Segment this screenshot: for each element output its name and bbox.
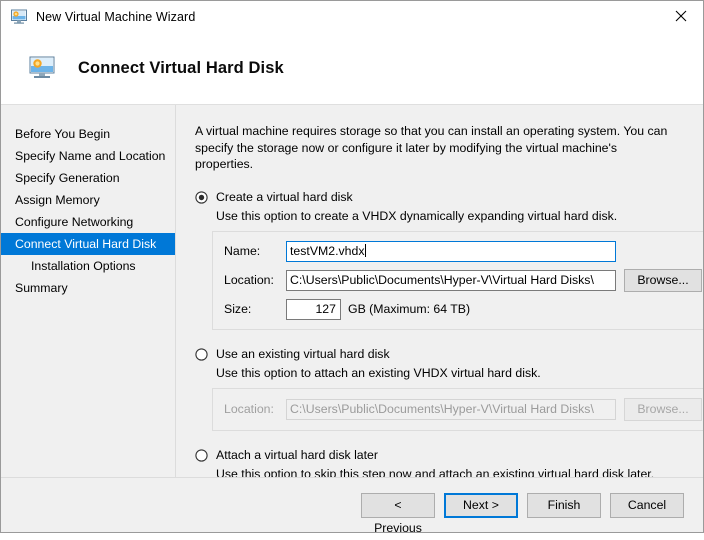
option-use-existing-virtual-hard-disk[interactable]: Use an existing virtual hard disk	[195, 346, 703, 362]
window-title: New Virtual Machine Wizard	[36, 9, 196, 24]
next-button[interactable]: Next >	[444, 492, 518, 518]
name-input-value: testVM2.vhdx	[290, 243, 365, 258]
browse-button[interactable]: Browse...	[624, 268, 702, 292]
location-input[interactable]: C:\Users\Public\Documents\Hyper-V\Virtua…	[286, 269, 616, 291]
name-label: Name:	[224, 244, 261, 258]
size-field-row: Size: 127 GB (Maximum: 64 TB)	[224, 298, 702, 320]
sidebar-item-before-you-begin[interactable]: Before You Begin	[1, 123, 175, 145]
cancel-button[interactable]: Cancel	[610, 492, 684, 518]
wizard-body: Before You Begin Specify Name and Locati…	[1, 105, 703, 477]
close-icon[interactable]	[658, 1, 703, 31]
sidebar-item-specify-name-and-location[interactable]: Specify Name and Location	[1, 145, 175, 167]
virtual-machine-icon	[10, 8, 28, 26]
size-label: Size:	[224, 302, 252, 316]
wizard-content: A virtual machine requires storage so th…	[176, 105, 703, 477]
size-input[interactable]: 127	[286, 298, 341, 320]
finish-button[interactable]: Finish	[527, 492, 601, 518]
existing-disk-form: Location: C:\Users\Public\Documents\Hype…	[212, 387, 703, 431]
title-bar: New Virtual Machine Wizard	[1, 1, 703, 32]
option-label-create: Create a virtual hard disk	[216, 189, 353, 204]
sidebar-item-specify-generation[interactable]: Specify Generation	[1, 167, 175, 189]
radio-create-virtual-hard-disk[interactable]	[195, 190, 208, 204]
option-desc-existing: Use this option to attach an existing VH…	[216, 365, 541, 380]
page-header: Connect Virtual Hard Disk	[1, 32, 703, 105]
option-create-virtual-hard-disk[interactable]: Create a virtual hard disk	[195, 189, 703, 205]
option-label-existing: Use an existing virtual hard disk	[216, 346, 390, 361]
wizard-footer: < Previous Next > Finish Cancel	[1, 477, 703, 535]
name-field-row: Name: testVM2.vhdx	[224, 240, 702, 262]
page-title: Connect Virtual Hard Disk	[78, 58, 284, 77]
option-attach-later[interactable]: Attach a virtual hard disk later	[195, 447, 703, 463]
intro-text: A virtual machine requires storage so th…	[195, 124, 668, 171]
sidebar-item-installation-options[interactable]: Installation Options	[1, 255, 175, 277]
radio-use-existing-virtual-hard-disk[interactable]	[195, 347, 208, 361]
existing-location-field-row: Location: C:\Users\Public\Documents\Hype…	[224, 397, 702, 421]
option-label-attach-later: Attach a virtual hard disk later	[216, 447, 378, 462]
option-desc-create: Use this option to create a VHDX dynamic…	[216, 208, 618, 223]
location-label: Location:	[224, 273, 274, 287]
existing-browse-button: Browse...	[624, 397, 702, 421]
wizard-steps-sidebar: Before You Begin Specify Name and Locati…	[1, 105, 176, 477]
create-disk-form: Name: testVM2.vhdx Location: C:\Users\Pu…	[212, 230, 703, 330]
existing-location-input: C:\Users\Public\Documents\Hyper-V\Virtua…	[286, 398, 616, 420]
sidebar-item-connect-virtual-hard-disk[interactable]: Connect Virtual Hard Disk	[1, 233, 175, 255]
name-input[interactable]: testVM2.vhdx	[286, 240, 616, 262]
text-caret	[364, 243, 366, 257]
location-field-row: Location: C:\Users\Public\Documents\Hype…	[224, 268, 702, 292]
existing-location-label: Location:	[224, 402, 274, 416]
previous-button[interactable]: < Previous	[361, 492, 435, 535]
sidebar-item-assign-memory[interactable]: Assign Memory	[1, 189, 175, 211]
sidebar-item-summary[interactable]: Summary	[1, 277, 175, 299]
option-desc-attach-later: Use this option to skip this step now an…	[216, 466, 655, 478]
new-virtual-machine-wizard-window: New Virtual Machine Wizard Connect Virtu…	[0, 0, 704, 535]
sidebar-item-configure-networking[interactable]: Configure Networking	[1, 211, 175, 233]
radio-attach-later[interactable]	[195, 448, 208, 462]
size-suffix-label: GB (Maximum: 64 TB)	[348, 302, 471, 316]
virtual-machine-icon	[28, 55, 56, 81]
